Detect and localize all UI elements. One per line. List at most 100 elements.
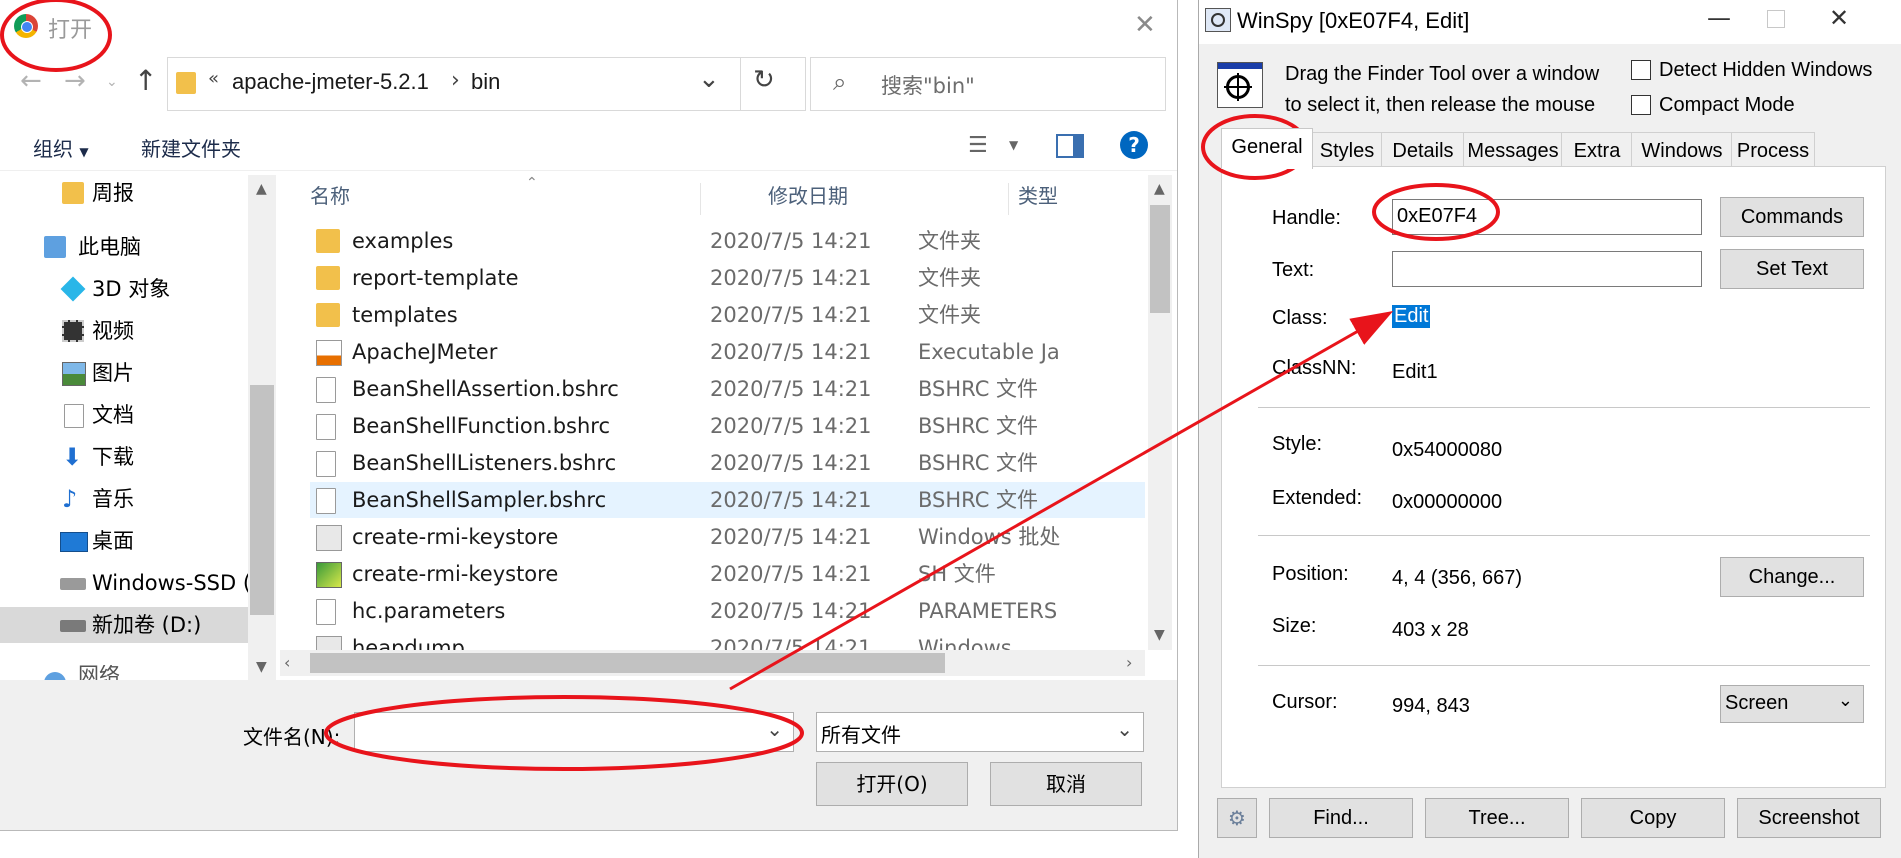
nav-item-downloads[interactable]: ⬇ 下载 [0,439,248,475]
file-row[interactable]: BeanShellAssertion.bshrc 2020/7/5 14:21 BS… [310,371,1145,407]
file-list-horizontal-scrollbar[interactable]: ‹ › [280,650,1145,676]
close-icon[interactable]: ✕ [1134,10,1156,40]
scroll-up-icon[interactable]: ▲ [1154,181,1165,197]
column-header-type[interactable]: 类型 [1018,175,1058,217]
filename-input[interactable]: ⌄ [354,712,794,752]
nav-scrollbar[interactable]: ▲ ▼ [248,175,276,685]
refresh-icon[interactable]: ↻ [753,65,775,95]
tab-messages[interactable]: Messages [1463,132,1563,169]
cursor-mode-dropdown-icon[interactable]: ⌄ [1838,690,1853,711]
nav-item-videos[interactable]: 视频 [0,313,248,349]
forward-arrow-icon[interactable]: → [64,66,86,96]
scroll-left-icon[interactable]: ‹ [284,653,290,672]
tab-styles[interactable]: Styles [1311,132,1383,169]
detect-hidden-checkbox[interactable] [1631,60,1651,80]
extended-value[interactable]: 0x00000000 [1392,491,1502,514]
filetype-select[interactable]: 所有文件 ⌄ [816,712,1144,752]
new-folder-button[interactable]: 新建文件夹 [141,133,241,162]
close-icon[interactable]: ✕ [1829,4,1849,32]
open-button[interactable]: 打开(O) [816,762,968,806]
filetype-dropdown-icon[interactable]: ⌄ [1116,717,1133,741]
nav-item-documents[interactable]: 文档 [0,397,248,433]
tree-button[interactable]: Tree... [1425,798,1569,838]
file-row[interactable]: BeanShellListeners.bshrc 2020/7/5 14:21 BS… [310,445,1145,481]
preview-pane-icon[interactable] [1056,134,1084,158]
file-row[interactable]: examples 2020/7/5 14:21 文件夹 [310,223,1145,259]
horizontal-scrollbar-thumb[interactable] [310,653,945,673]
breadcrumb-current[interactable]: bin [471,69,500,95]
up-arrow-icon[interactable]: ↑ [134,64,157,97]
address-bar[interactable]: « apache-jmeter-5.2.1 › bin ⌄ ↻ [167,57,806,111]
detect-hidden-label: Detect Hidden Windows [1659,59,1873,81]
tab-general[interactable]: General [1221,128,1313,169]
find-button[interactable]: Find... [1269,798,1413,838]
nav-item-windows-ssd[interactable]: Windows-SSD ( [0,565,251,601]
minimize-icon[interactable]: — [1707,4,1731,32]
set-text-button[interactable]: Set Text [1720,249,1864,289]
nav-item-weekly[interactable]: 周报 [0,175,248,211]
nav-item-desktop[interactable]: 桌面 [0,523,248,559]
file-list-scrollbar-thumb[interactable] [1150,205,1170,313]
file-row[interactable]: create-rmi-keystore 2020/7/5 14:21 SH 文件 [310,556,1145,592]
file-icon [316,451,336,477]
nav-item-music[interactable]: ♪ 音乐 [0,481,248,517]
column-header-date[interactable]: 修改日期 [768,175,848,217]
file-row[interactable]: BeanShellSampler.bshrc 2020/7/5 14:21 BSHR… [310,482,1145,518]
search-icon: ⌕ [833,68,847,96]
file-row[interactable]: create-rmi-keystore 2020/7/5 14:21 Windows… [310,519,1145,555]
search-box[interactable]: ⌕ 搜索"bin" [810,57,1166,111]
cursor-value[interactable]: 994, 843 [1392,695,1470,718]
commands-button[interactable]: Commands [1720,197,1864,237]
breadcrumb-separator[interactable]: › [451,68,460,93]
tab-process[interactable]: Process [1731,132,1815,169]
filename-dropdown-icon[interactable]: ⌄ [766,717,783,741]
column-header-name[interactable]: 名称 [310,175,350,217]
nav-item-pictures[interactable]: 图片 [0,355,248,391]
scroll-down-icon[interactable]: ▼ [1154,627,1165,643]
scroll-right-icon[interactable]: › [1126,653,1132,672]
cancel-button[interactable]: 取消 [990,762,1142,806]
settings-gear-icon[interactable]: ⚙ [1217,798,1257,838]
file-row[interactable]: report-template 2020/7/5 14:21 文件夹 [310,260,1145,296]
position-value[interactable]: 4, 4 (356, 667) [1392,567,1522,590]
file-row[interactable]: templates 2020/7/5 14:21 文件夹 [310,297,1145,333]
size-value[interactable]: 403 x 28 [1392,619,1469,642]
file-row[interactable]: BeanShellFunction.bshrc 2020/7/5 14:21 BSH… [310,408,1145,444]
nav-scrollbar-thumb[interactable] [250,385,274,615]
tab-extra[interactable]: Extra [1561,132,1633,169]
address-dropdown-icon[interactable]: ⌄ [698,64,720,94]
screenshot-button[interactable]: Screenshot [1737,798,1881,838]
style-value[interactable]: 0x54000080 [1392,439,1502,462]
document-icon [64,404,84,428]
nav-item-3d-objects[interactable]: 3D 对象 [0,271,248,307]
scroll-down-icon[interactable]: ▼ [256,659,267,675]
cursor-mode-select[interactable]: Screen ⌄ [1720,685,1864,723]
nav-item-this-pc[interactable]: 此电脑 [0,229,248,265]
tab-details[interactable]: Details [1381,132,1465,169]
recent-locations-chevron-icon[interactable]: ⌄ [106,74,118,90]
help-icon[interactable]: ? [1120,131,1148,159]
file-list-vertical-scrollbar[interactable]: ▲ ▼ [1148,175,1172,650]
change-button[interactable]: Change... [1720,557,1864,597]
finder-tool-icon[interactable] [1217,62,1263,108]
back-arrow-icon[interactable]: ← [20,66,42,96]
organize-button[interactable]: 组织 ▼ [33,133,89,162]
classnn-value[interactable]: Edit1 [1392,361,1438,384]
view-dropdown-icon[interactable]: ▼ [1009,138,1018,152]
compact-mode-checkbox[interactable] [1631,95,1651,115]
class-value[interactable]: Edit [1392,305,1431,328]
text-field[interactable] [1392,251,1702,287]
file-row[interactable]: hc.parameters 2020/7/5 14:21 PARAMETERS [310,593,1145,629]
breadcrumb-overflow[interactable]: « [208,68,219,89]
scroll-up-icon[interactable]: ▲ [256,181,267,197]
tab-windows[interactable]: Windows [1631,132,1733,169]
breadcrumb-parent[interactable]: apache-jmeter-5.2.1 [232,69,429,95]
sort-indicator-icon: ⌃ [526,175,538,191]
copy-button[interactable]: Copy [1581,798,1725,838]
nav-item-new-volume-d[interactable]: 新加卷 (D:) [0,607,248,643]
file-icon [316,377,336,403]
view-options-icon[interactable]: ☰ [968,133,988,158]
open-file-dialog: 打开 ✕ ← → ⌄ ↑ « apache-jmeter-5.2.1 › bin… [0,0,1178,831]
file-row[interactable]: ApacheJMeter 2020/7/5 14:21 Executable Ja [310,334,1145,370]
handle-field[interactable]: 0xE07F4 [1392,199,1702,235]
